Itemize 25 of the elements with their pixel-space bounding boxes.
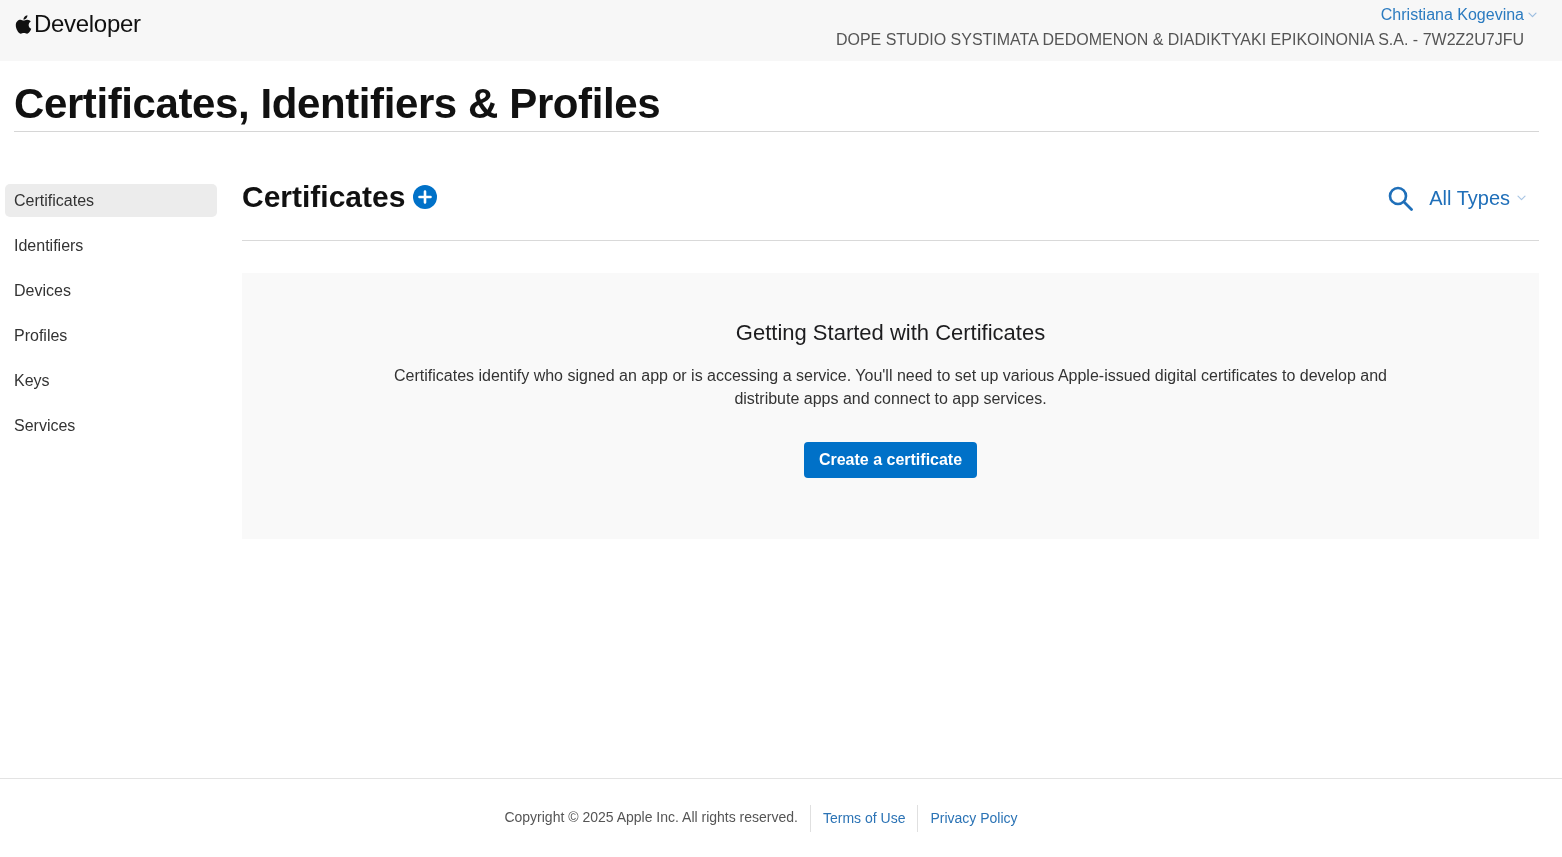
- plus-circle-icon: [413, 185, 438, 209]
- section-title: Certificates: [242, 182, 406, 212]
- sidebar-item[interactable]: Certificates: [5, 184, 217, 217]
- caret-icon: [1517, 195, 1526, 201]
- caret-icon: [1528, 11, 1537, 18]
- sidebar-item[interactable]: Devices: [5, 274, 217, 307]
- sidebar-item[interactable]: Keys: [5, 364, 217, 397]
- apple-logo-icon: [14, 13, 33, 35]
- footer-link[interactable]: Terms of Use: [811, 810, 918, 826]
- footer-link[interactable]: Privacy Policy: [918, 810, 1030, 826]
- copyright-text: Copyright © 2025 Apple Inc. All rights reserved.: [504, 809, 799, 825]
- search-icon: [1388, 185, 1414, 211]
- page-title: Certificates, Identifiers & Profiles: [14, 79, 661, 129]
- search-button[interactable]: [1388, 185, 1414, 211]
- create-certificate-button[interactable]: Create a certificate: [803, 442, 978, 478]
- sidebar-item[interactable]: Profiles: [5, 319, 217, 352]
- empty-state-description: Certificates identify who signed an app or is accessing a service. You'll need to set up various Apple-issued digital certificates to develop and distribute apps and connect to app services.: [393, 366, 1388, 409]
- team-name: DOPE STUDIO SYSTIMATA DEDOMENON & DIADIKTYAKI EPIKOINONIA S.A. - 7W2Z2U7JFU: [835, 30, 1524, 50]
- sidebar-item[interactable]: Identifiers: [5, 229, 217, 262]
- sidebar-item[interactable]: Services: [5, 409, 217, 442]
- empty-state-title: Getting Started with Certificates: [735, 319, 1046, 347]
- user-menu-link[interactable]: Christiana Kogevina: [1380, 5, 1537, 24]
- add-button[interactable]: [413, 185, 438, 209]
- brand-name: Developer: [34, 10, 141, 38]
- type-filter-dropdown[interactable]: All Types: [1429, 186, 1526, 210]
